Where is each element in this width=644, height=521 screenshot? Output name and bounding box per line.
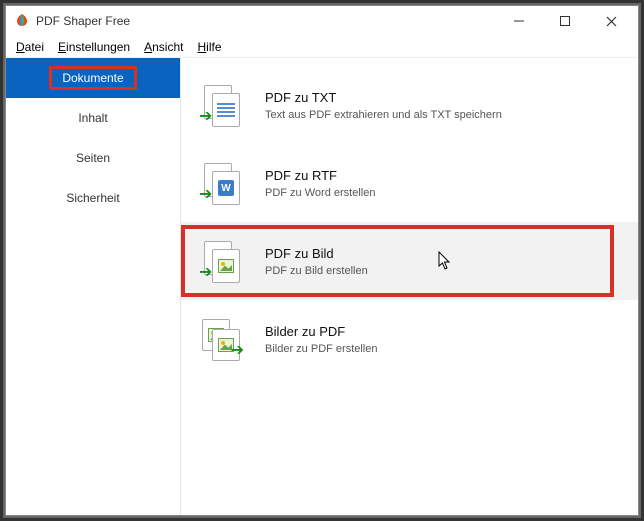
action-title: Bilder zu PDF bbox=[265, 324, 378, 339]
action-title: PDF zu Bild bbox=[265, 246, 368, 261]
action-desc: Text aus PDF extrahieren und als TXT spe… bbox=[265, 109, 502, 121]
images-to-pdf-icon: ➔ bbox=[193, 317, 247, 361]
action-desc: PDF zu Bild erstellen bbox=[265, 265, 368, 277]
sidebar-item-security[interactable]: Sicherheit bbox=[6, 178, 180, 218]
app-title: PDF Shaper Free bbox=[30, 14, 496, 28]
minimize-button[interactable] bbox=[496, 6, 542, 36]
action-images-to-pdf[interactable]: ➔ Bilder zu PDF Bilder zu PDF erstellen bbox=[181, 300, 638, 378]
titlebar: PDF Shaper Free bbox=[6, 6, 638, 36]
sidebar-item-pages[interactable]: Seiten bbox=[6, 138, 180, 178]
sidebar-item-label: Seiten bbox=[76, 151, 110, 165]
pdf-to-txt-icon: ➔ bbox=[193, 83, 247, 127]
action-title: PDF zu RTF bbox=[265, 168, 375, 183]
menubar: Datei Einstellungen Ansicht Hilfe bbox=[6, 36, 638, 58]
sidebar: Dokumente Inhalt Seiten Sicherheit bbox=[6, 58, 181, 515]
maximize-button[interactable] bbox=[542, 6, 588, 36]
app-window: PDF Shaper Free Datei Einstellungen Ansi… bbox=[5, 5, 639, 516]
app-icon bbox=[14, 13, 30, 29]
menu-view[interactable]: Ansicht bbox=[144, 40, 183, 54]
annotation-highlight: Dokumente bbox=[49, 66, 136, 90]
action-pdf-to-txt[interactable]: ➔ PDF zu TXT Text aus PDF extrahieren un… bbox=[181, 66, 638, 144]
cursor-icon bbox=[438, 251, 452, 276]
action-desc: PDF zu Word erstellen bbox=[265, 187, 375, 199]
sidebar-item-label: Inhalt bbox=[78, 111, 107, 125]
menu-settings[interactable]: Einstellungen bbox=[58, 40, 130, 54]
close-button[interactable] bbox=[588, 6, 634, 36]
action-desc: Bilder zu PDF erstellen bbox=[265, 343, 378, 355]
sidebar-item-label: Sicherheit bbox=[66, 191, 119, 205]
action-pdf-to-rtf[interactable]: W ➔ PDF zu RTF PDF zu Word erstellen bbox=[181, 144, 638, 222]
pdf-to-rtf-icon: W ➔ bbox=[193, 161, 247, 205]
menu-file[interactable]: Datei bbox=[16, 40, 44, 54]
menu-help[interactable]: Hilfe bbox=[197, 40, 221, 54]
pdf-to-image-icon: ➔ bbox=[193, 239, 247, 283]
action-pdf-to-image[interactable]: ➔ PDF zu Bild PDF zu Bild erstellen bbox=[181, 222, 638, 300]
sidebar-item-content[interactable]: Inhalt bbox=[6, 98, 180, 138]
action-title: PDF zu TXT bbox=[265, 90, 502, 105]
sidebar-item-documents[interactable]: Dokumente bbox=[6, 58, 180, 98]
sidebar-item-label: Dokumente bbox=[62, 71, 123, 85]
main-panel: ➔ PDF zu TXT Text aus PDF extrahieren un… bbox=[181, 58, 638, 515]
